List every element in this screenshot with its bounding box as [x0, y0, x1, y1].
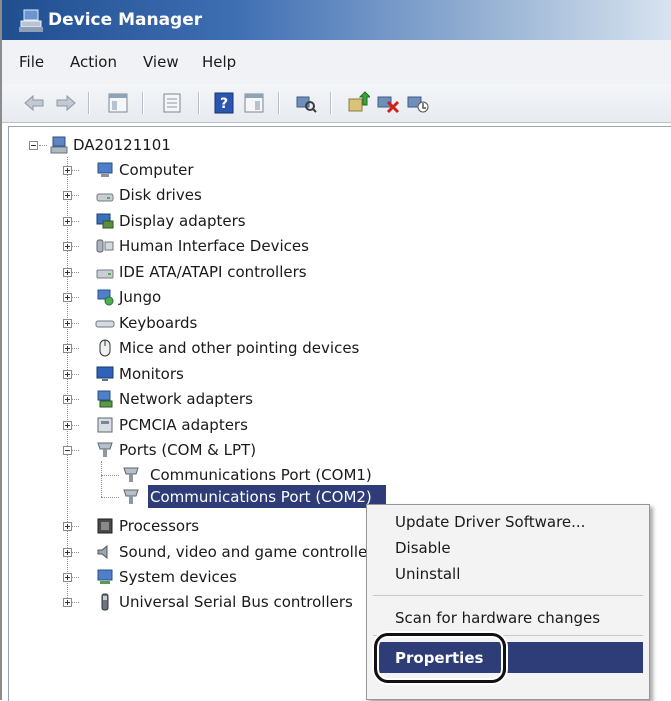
computer-icon — [97, 162, 113, 177]
menu-item-update-driver[interactable]: Update Driver Software... — [395, 513, 585, 531]
port-icon — [97, 442, 113, 457]
tree-item-computer[interactable]: Computer — [119, 160, 194, 180]
tree-connector — [101, 475, 119, 476]
toolbar-separator — [142, 92, 143, 114]
tree-item-jungo[interactable]: Jungo — [119, 287, 161, 307]
tree-item-network[interactable]: Network adapters — [119, 389, 253, 409]
toolbar-separator — [198, 92, 199, 114]
tree-connector — [101, 497, 119, 498]
tree-item-sound[interactable]: Sound, video and game controllers — [119, 542, 373, 562]
svg-text:?: ? — [220, 96, 228, 112]
action-pane-icon[interactable] — [242, 91, 266, 115]
window-title: Device Manager — [48, 10, 203, 30]
computer-root-icon — [50, 136, 68, 154]
forward-arrow-icon[interactable] — [54, 91, 78, 115]
tree-item-system[interactable]: System devices — [119, 567, 237, 587]
toolbar-separator — [278, 92, 279, 114]
expand-toggle-sound[interactable] — [63, 548, 72, 557]
expand-toggle-display-adapters[interactable] — [63, 217, 72, 226]
menu-action[interactable]: Action — [70, 53, 117, 71]
tree-item-display-adapters[interactable]: Display adapters — [119, 211, 246, 231]
tree-item-com1[interactable]: Communications Port (COM1) — [150, 465, 372, 485]
menu-item-disable[interactable]: Disable — [395, 539, 451, 557]
toolbar: ? — [2, 84, 671, 123]
expand-toggle-network[interactable] — [63, 395, 72, 404]
expand-toggle-monitors[interactable] — [63, 370, 72, 379]
hid-icon — [96, 239, 114, 253]
enable-device-icon[interactable] — [406, 91, 430, 115]
collapse-toggle-ports[interactable] — [63, 446, 72, 455]
expand-toggle-system[interactable] — [63, 573, 72, 582]
jungo-icon — [97, 289, 114, 306]
com-port-icon — [123, 467, 139, 482]
tree-item-processors[interactable]: Processors — [119, 516, 199, 536]
sound-label-clip: Sound, video and game controllers — [119, 542, 373, 562]
menu-help[interactable]: Help — [202, 53, 236, 71]
expand-toggle-disk-drives[interactable] — [63, 191, 72, 200]
display-adapter-icon — [96, 213, 114, 229]
device-manager-icon — [19, 9, 43, 32]
system-devices-icon — [97, 569, 113, 584]
properties-sheet-icon[interactable] — [160, 91, 184, 115]
pcmcia-icon — [97, 417, 113, 433]
root-collapse-toggle[interactable] — [29, 141, 38, 150]
properties-callout-ring — [374, 633, 506, 683]
update-driver-icon[interactable] — [346, 91, 370, 115]
console-tree-icon[interactable] — [106, 91, 130, 115]
toolbar-separator — [330, 92, 331, 114]
expand-toggle-jungo[interactable] — [63, 293, 72, 302]
menu-bar: File Action View Help — [2, 40, 671, 85]
device-manager-window: Device Manager File Action View Help ? D… — [0, 0, 671, 701]
tree-item-pcmcia[interactable]: PCMCIA adapters — [119, 415, 248, 435]
tree-item-mice[interactable]: Mice and other pointing devices — [119, 338, 359, 358]
monitor-icon — [96, 366, 114, 381]
tree-connector — [101, 461, 102, 497]
uninstall-device-icon[interactable] — [376, 91, 400, 115]
menu-separator — [373, 595, 643, 596]
expand-toggle-mice[interactable] — [63, 344, 72, 353]
scan-hardware-icon[interactable] — [294, 91, 318, 115]
ide-controller-icon — [96, 269, 114, 279]
network-adapter-icon — [97, 390, 113, 408]
tree-item-hid[interactable]: Human Interface Devices — [119, 236, 309, 256]
title-bar[interactable]: Device Manager — [2, 0, 671, 40]
expand-toggle-keyboards[interactable] — [63, 319, 72, 328]
menu-file[interactable]: File — [19, 53, 44, 71]
tree-root-label[interactable]: DA20121101 — [73, 135, 171, 155]
back-arrow-icon[interactable] — [22, 91, 46, 115]
tree-item-ide[interactable]: IDE ATA/ATAPI controllers — [119, 262, 307, 282]
menu-view[interactable]: View — [143, 53, 179, 71]
mouse-icon — [99, 339, 111, 357]
expand-toggle-pcmcia[interactable] — [63, 421, 72, 430]
help-icon[interactable]: ? — [212, 91, 236, 115]
expand-toggle-usb[interactable] — [63, 598, 72, 607]
tree-item-keyboards[interactable]: Keyboards — [119, 313, 197, 333]
expand-toggle-hid[interactable] — [63, 242, 72, 251]
usb-icon — [101, 593, 109, 611]
sound-icon — [97, 544, 108, 560]
tree-item-monitors[interactable]: Monitors — [119, 364, 184, 384]
tree-item-com2-selected[interactable]: Communications Port (COM2) — [150, 487, 372, 507]
expand-toggle-ide[interactable] — [63, 268, 72, 277]
keyboard-icon — [95, 320, 115, 328]
com-port-icon — [123, 489, 139, 504]
tree-item-ports[interactable]: Ports (COM & LPT) — [119, 440, 256, 460]
tree-item-usb[interactable]: Universal Serial Bus controllers — [119, 592, 353, 612]
toolbar-separator — [88, 92, 89, 114]
expand-toggle-processors[interactable] — [63, 522, 72, 531]
expand-toggle-computer[interactable] — [63, 166, 72, 175]
processor-icon — [97, 518, 113, 534]
menu-item-uninstall[interactable]: Uninstall — [395, 565, 460, 583]
tree-connector — [39, 145, 47, 146]
tree-item-disk-drives[interactable]: Disk drives — [119, 185, 202, 205]
menu-item-scan-hardware[interactable]: Scan for hardware changes — [395, 609, 600, 627]
disk-drive-icon — [96, 193, 114, 202]
